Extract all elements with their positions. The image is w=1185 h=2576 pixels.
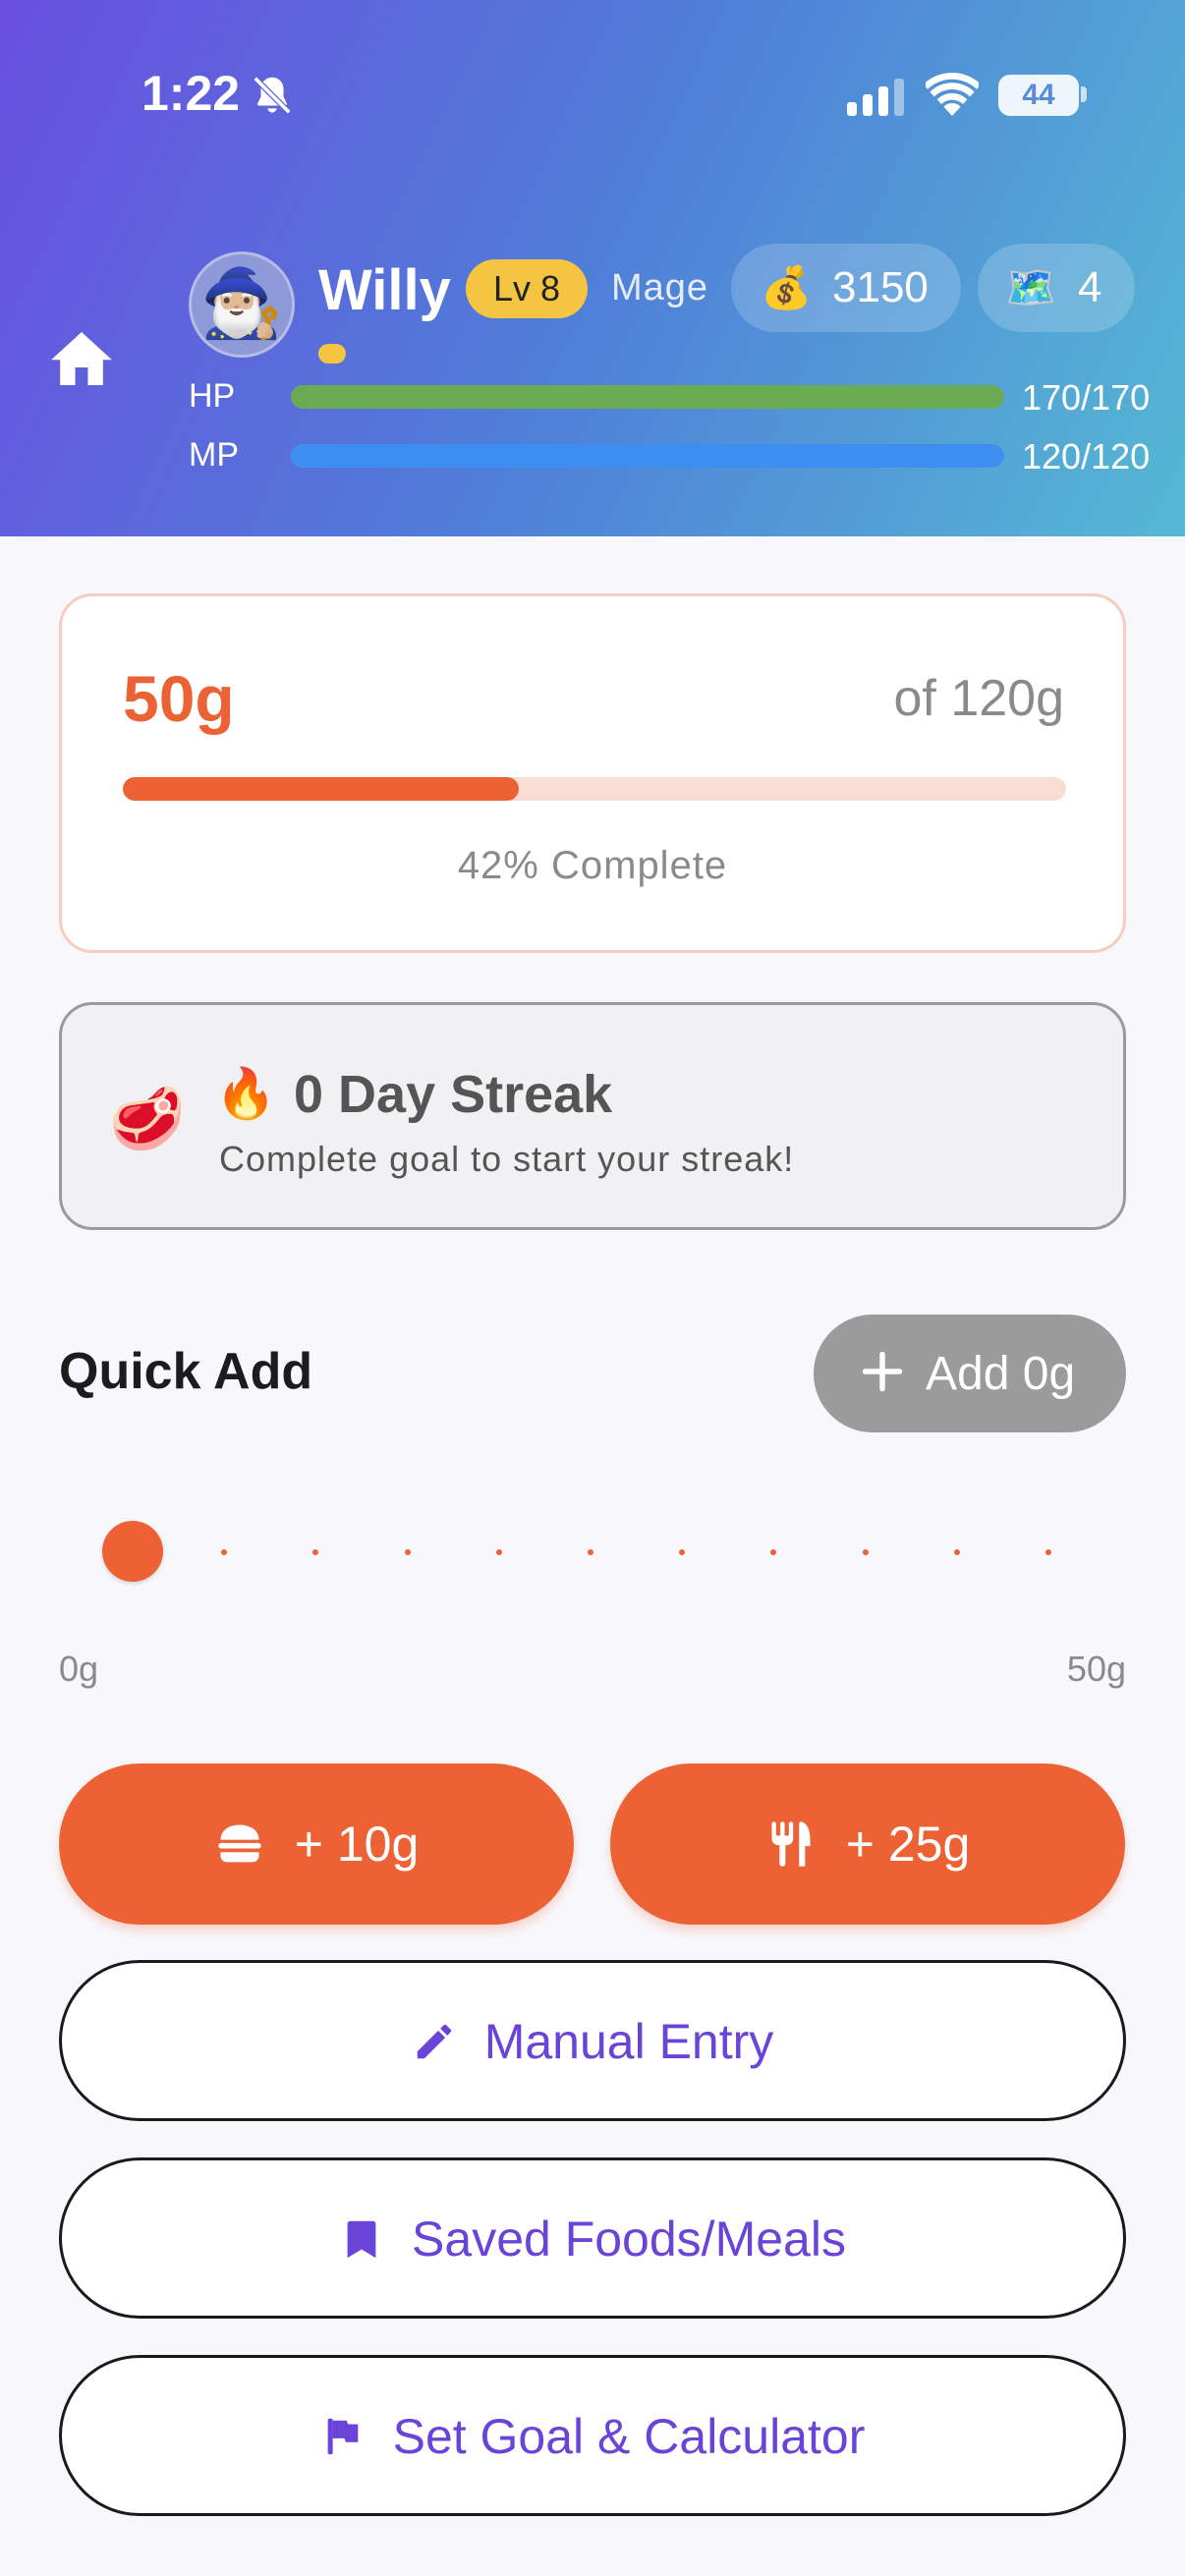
streak-card: 🥩 🔥 0 Day Streak Complete goal to start … [59, 1002, 1126, 1230]
character-header: 1:22 44 🧙🏼‍♂️ Willy Lv 8 Mage 💰 3150 🗺️ … [0, 0, 1185, 536]
slider-tick [495, 1549, 502, 1555]
utensils-icon [771, 1821, 811, 1867]
plus-icon [862, 1351, 903, 1392]
goal-current: 50g [123, 662, 235, 735]
pencil-icon [417, 2024, 451, 2059]
fire-icon: 🔥 [215, 1066, 277, 1121]
slider-tick [312, 1549, 319, 1555]
signal-icon [847, 79, 904, 116]
goal-progress-card: 50g of 120g 42% Complete [59, 593, 1126, 953]
streak-title: 0 Day Streak [294, 1065, 613, 1124]
flag-icon [327, 2418, 358, 2455]
xp-bar [318, 344, 346, 364]
avatar[interactable]: 🧙🏼‍♂️ [189, 252, 295, 358]
set-goal-button[interactable]: Set Goal & Calculator [59, 2355, 1126, 2516]
status-time: 1:22 [141, 66, 241, 121]
mp-value: 120/120 [1022, 436, 1151, 476]
slider-thumb[interactable] [102, 1521, 163, 1582]
hp-label: HP [189, 377, 236, 415]
mp-bar [291, 444, 1004, 468]
bell-slash-icon [253, 76, 292, 115]
goal-progress-bar [123, 777, 1066, 801]
goal-percent: 42% Complete [457, 844, 728, 887]
add-amount-label: Add 0g [926, 1348, 1076, 1400]
home-icon[interactable] [51, 332, 112, 385]
saved-foods-button[interactable]: Saved Foods/Meals [59, 2157, 1126, 2319]
manual-entry-label: Manual Entry [483, 2014, 774, 2069]
amount-slider[interactable] [59, 1513, 1126, 1592]
maps-pill[interactable]: 🗺️ 4 [978, 244, 1135, 332]
slider-min-label: 0g [59, 1649, 99, 1689]
money-bag-icon: 💰 [761, 264, 813, 310]
slider-tick [679, 1549, 686, 1555]
meat-icon: 🥩 [109, 1086, 186, 1153]
wifi-icon [926, 73, 979, 116]
maps-value: 4 [1078, 263, 1102, 311]
hp-bar-fill [291, 385, 1004, 409]
player-name: Willy [318, 258, 451, 322]
goal-progress-fill [123, 777, 520, 801]
map-icon: 🗺️ [1005, 264, 1057, 310]
class-label: Mage [611, 267, 709, 308]
streak-subtitle: Complete goal to start your streak! [219, 1139, 795, 1179]
set-goal-label: Set Goal & Calculator [392, 2409, 866, 2464]
hp-bar [291, 385, 1004, 409]
coins-value: 3150 [832, 263, 929, 311]
mp-bar-fill [291, 444, 1004, 468]
add-10g-button[interactable]: + 10g [59, 1764, 574, 1925]
slider-tick [221, 1549, 228, 1555]
level-badge: Lv 8 [466, 259, 588, 318]
add-25g-button[interactable]: + 25g [610, 1764, 1125, 1925]
add-25g-label: + 25g [845, 1817, 971, 1872]
slider-tick [770, 1549, 777, 1555]
slider-tick [588, 1549, 593, 1555]
battery-indicator: 44 [998, 75, 1079, 116]
saved-foods-label: Saved Foods/Meals [412, 2212, 846, 2267]
mp-label: MP [189, 436, 239, 474]
bookmark-icon [347, 2220, 376, 2259]
add-amount-button[interactable]: Add 0g [814, 1315, 1126, 1432]
hp-value: 170/170 [1022, 377, 1151, 418]
slider-max-label: 50g [1066, 1649, 1126, 1689]
battery-nub [1081, 86, 1087, 102]
add-10g-label: + 10g [294, 1817, 420, 1872]
slider-tick [404, 1549, 411, 1555]
slider-tick [1045, 1549, 1051, 1555]
goal-target: of 120g [893, 670, 1065, 727]
coins-pill[interactable]: 💰 3150 [731, 244, 961, 332]
slider-tick [953, 1549, 960, 1555]
quick-add-title: Quick Add [59, 1343, 313, 1400]
burger-icon [218, 1824, 261, 1863]
slider-tick [862, 1549, 869, 1555]
manual-entry-button[interactable]: Manual Entry [59, 1960, 1126, 2121]
